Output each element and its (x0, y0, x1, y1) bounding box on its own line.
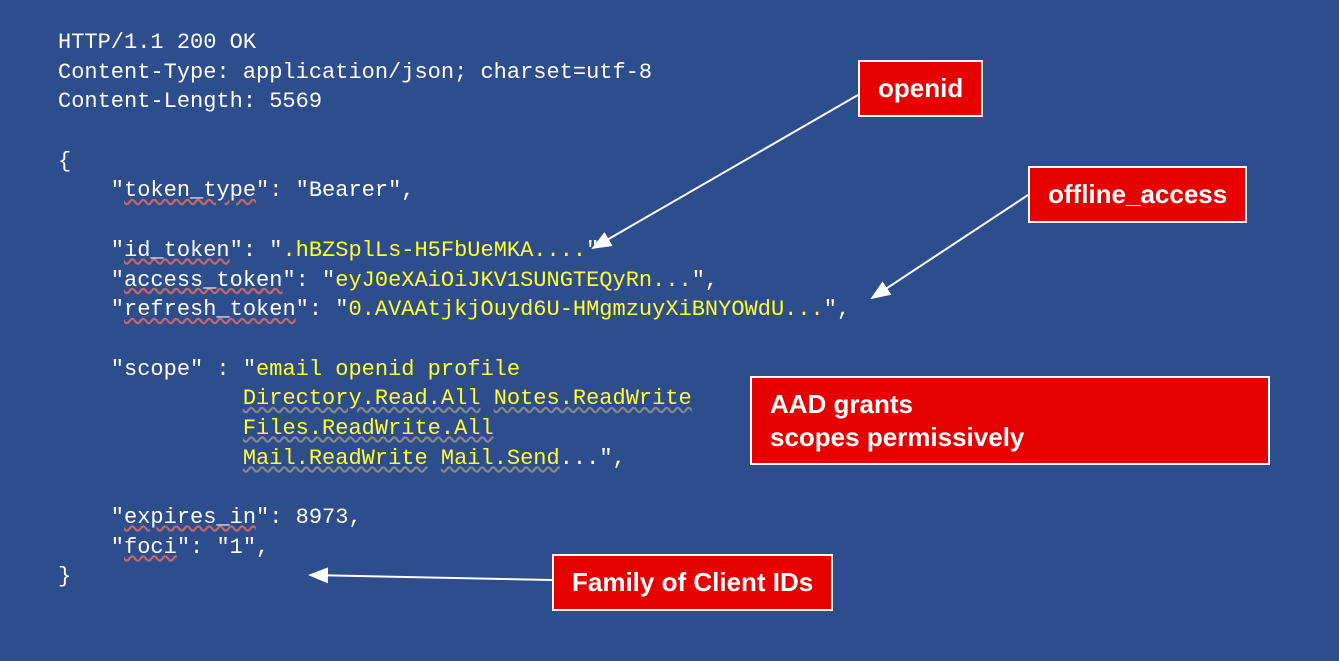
callout-aad-scopes: AAD grants scopes permissively (750, 376, 1270, 465)
scope-line-3: Files.ReadWrite.All (58, 414, 850, 444)
content-type-line: Content-Type: application/json; charset=… (58, 58, 850, 88)
http-response-block: HTTP/1.1 200 OK Content-Type: applicatio… (58, 28, 850, 592)
callout-openid: openid (858, 60, 983, 117)
token-type-line: "token_type": "Bearer", (58, 176, 850, 206)
id-token-line: "id_token": ".hBZSplLs-H5FbUeMKA...." (58, 236, 850, 266)
callout-foci: Family of Client IDs (552, 554, 833, 611)
http-status-line: HTTP/1.1 200 OK (58, 28, 850, 58)
expires-in-line: "expires_in": 8973, (58, 503, 850, 533)
callout-offline-access: offline_access (1028, 166, 1247, 223)
content-length-line: Content-Length: 5569 (58, 87, 850, 117)
refresh-token-line: "refresh_token": "0.AVAAtjkjOuyd6U-HMgmz… (58, 295, 850, 325)
scope-line-2: Directory.Read.All Notes.ReadWrite (58, 384, 850, 414)
json-open-brace: { (58, 147, 850, 177)
scope-line-4: Mail.ReadWrite Mail.Send...", (58, 444, 850, 474)
scope-line-1: "scope" : "email openid profile (58, 355, 850, 385)
access-token-line: "access_token": "eyJ0eXAiOiJKV1SUNGTEQyR… (58, 266, 850, 296)
